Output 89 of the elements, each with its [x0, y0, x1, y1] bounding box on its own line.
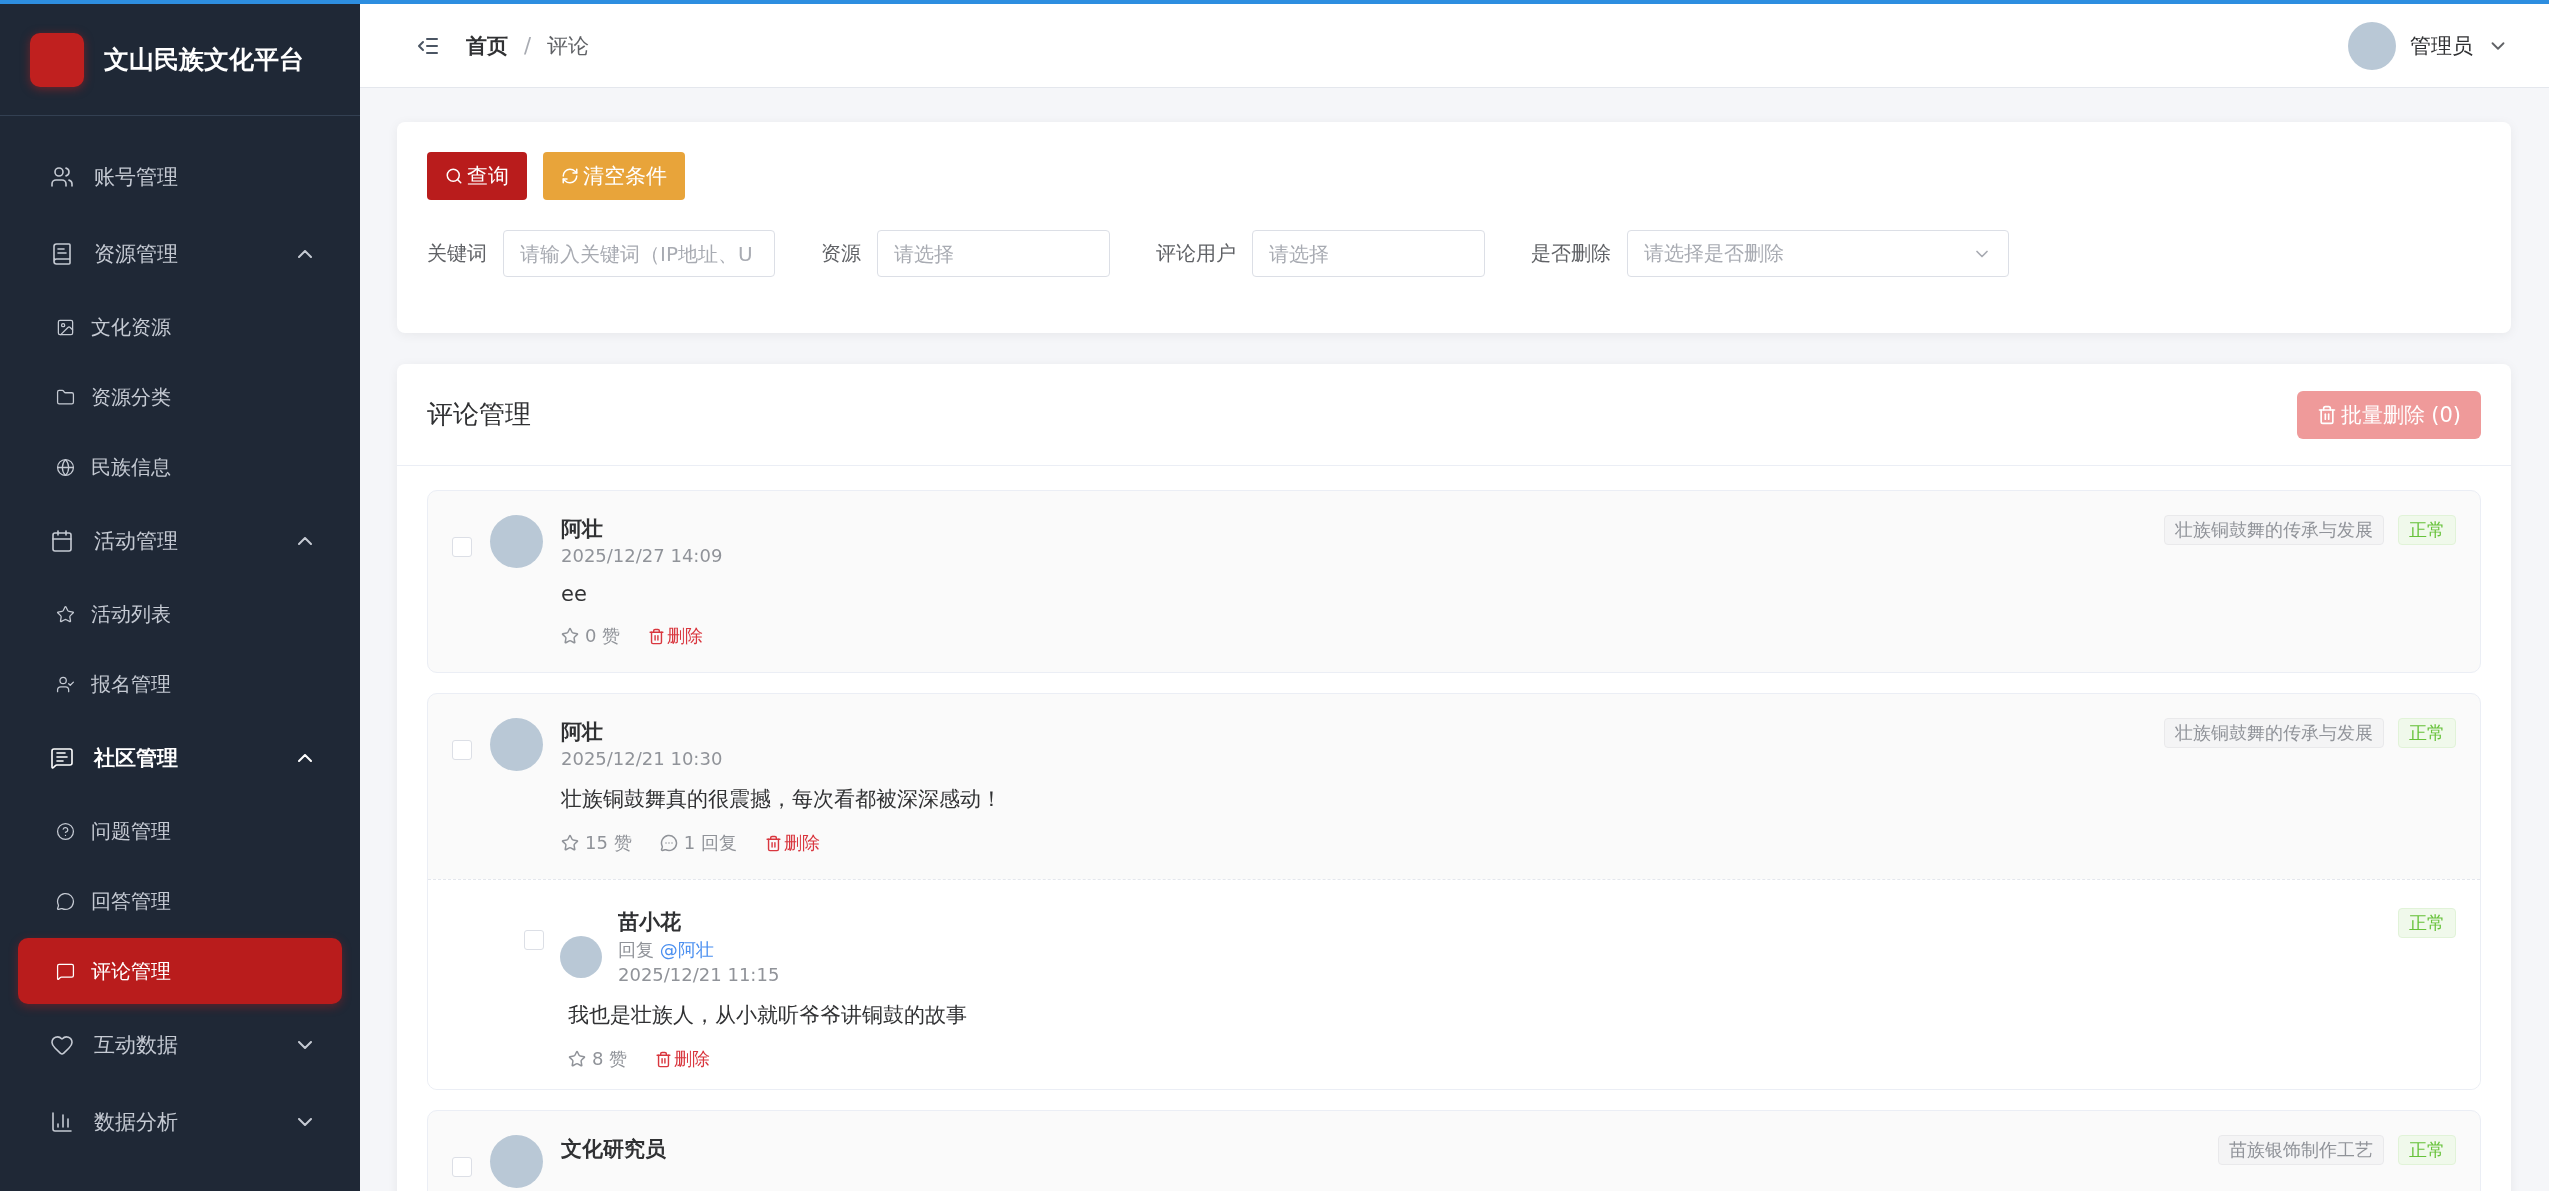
submenu-item[interactable]: 回答管理: [18, 868, 342, 934]
search-button[interactable]: 查询: [427, 152, 527, 200]
avatar: [560, 936, 602, 978]
section-title: 评论管理: [427, 398, 531, 431]
star-icon: [561, 834, 579, 852]
help-circle-icon: [56, 821, 75, 841]
search-icon: [445, 167, 463, 185]
refresh-icon: [561, 167, 579, 185]
chevron-down-icon: [298, 1117, 312, 1126]
folder-icon: [56, 387, 75, 407]
avatar: [490, 718, 543, 771]
likes-count: 8 赞: [568, 1047, 628, 1071]
submenu-item[interactable]: 报名管理: [18, 651, 342, 717]
field-label: 评论用户: [1156, 240, 1236, 267]
status-tag: 正常: [2398, 908, 2456, 938]
image-icon: [56, 317, 75, 337]
likes-count: 15 赞: [561, 831, 632, 855]
avatar: [490, 1135, 543, 1188]
input-field[interactable]: 请选择: [1252, 230, 1485, 277]
breadcrumb-separator: /: [524, 33, 532, 58]
menu-item[interactable]: 资源管理: [0, 215, 360, 292]
app-title: 文山民族文化平台: [104, 44, 304, 76]
reply-count: 1 回复: [659, 831, 737, 855]
chevron-down-icon: [298, 1040, 312, 1049]
comment-date: 2025/12/27 14:09: [561, 545, 724, 566]
book-icon: [50, 241, 74, 266]
comment-date: 2025/12/21 11:15: [618, 964, 781, 985]
status-tag: 正常: [2398, 718, 2456, 748]
resource-tag: 苗族银饰制作工艺: [2218, 1135, 2384, 1165]
comment-text: 我也是壮族人，从小就听爷爷讲铜鼓的故事: [568, 1002, 968, 1029]
submenu-item[interactable]: 评论管理: [18, 938, 342, 1004]
user-check-icon: [56, 674, 75, 694]
submenu-item[interactable]: 民族信息: [18, 434, 342, 500]
submenu-item[interactable]: 文化资源: [18, 294, 342, 360]
status-tag: 正常: [2398, 515, 2456, 545]
trash-icon: [655, 1050, 673, 1068]
comment-text: 壮族铜鼓舞真的很震撼，每次看都被深深感动！: [561, 786, 1003, 813]
user-avatar[interactable]: [2348, 21, 2396, 70]
avatar: [490, 515, 543, 568]
field-label: 是否删除: [1531, 240, 1611, 267]
likes-count: 0 赞: [561, 624, 621, 648]
checkbox[interactable]: [524, 930, 544, 950]
user-name[interactable]: 管理员: [2410, 31, 2473, 60]
logo-placeholder: [30, 32, 84, 87]
submenu-item[interactable]: 问题管理: [18, 798, 342, 864]
input-field[interactable]: 请输入关键词（IP地址、U: [503, 230, 775, 277]
bar-chart-icon: [50, 1109, 74, 1134]
globe-icon: [56, 457, 75, 477]
menu-item[interactable]: 数据分析: [0, 1083, 360, 1160]
submenu-item[interactable]: 活动列表: [18, 581, 342, 647]
calendar-icon: [50, 528, 74, 553]
menu-item[interactable]: 活动管理: [0, 502, 360, 579]
users-icon: [50, 164, 74, 189]
menu-item[interactable]: 账号管理: [0, 138, 360, 215]
author-name: 阿壮: [561, 719, 604, 746]
field-label: 关键词: [427, 240, 487, 267]
chevron-up-icon: [298, 249, 312, 258]
checkbox[interactable]: [452, 1157, 472, 1177]
input-field[interactable]: 请选择: [877, 230, 1110, 277]
chat-bubble-icon: [659, 834, 678, 852]
star-icon: [561, 627, 579, 645]
author-name: 苗小花: [618, 909, 682, 936]
breadcrumb-item: 评论: [547, 32, 590, 60]
star-icon: [56, 604, 75, 624]
status-tag: 正常: [2398, 1135, 2456, 1165]
comment-text: ee: [561, 582, 588, 606]
menu-item[interactable]: 社区管理: [0, 719, 360, 796]
star-icon: [568, 1050, 586, 1068]
field-label: 资源: [821, 240, 861, 267]
delete-link[interactable]: 删除: [764, 831, 820, 855]
chevron-up-icon: [298, 536, 312, 545]
author-name: 文化研究员: [561, 1136, 667, 1163]
comment-date: 2025/12/21 10:30: [561, 748, 724, 769]
reply-to-text: 回复 @阿壮: [618, 938, 715, 962]
checkbox[interactable]: [452, 537, 472, 557]
chat-bubble-icon: [56, 891, 75, 911]
breadcrumb-item[interactable]: 首页: [466, 31, 508, 60]
trash-icon: [764, 834, 782, 852]
trash-icon: [648, 627, 666, 645]
submenu-item[interactable]: 资源分类: [18, 364, 342, 430]
author-name: 阿壮: [561, 516, 604, 543]
chevron-up-icon: [298, 753, 312, 762]
menu-item[interactable]: 互动数据: [0, 1006, 360, 1083]
delete-link[interactable]: 删除: [655, 1047, 711, 1071]
checkbox[interactable]: [452, 740, 472, 760]
trash-icon: [2316, 404, 2337, 425]
resource-tag: 壮族铜鼓舞的传承与发展: [2164, 515, 2384, 545]
resource-tag: 壮族铜鼓舞的传承与发展: [2164, 718, 2384, 748]
delete-link[interactable]: 删除: [648, 624, 704, 648]
